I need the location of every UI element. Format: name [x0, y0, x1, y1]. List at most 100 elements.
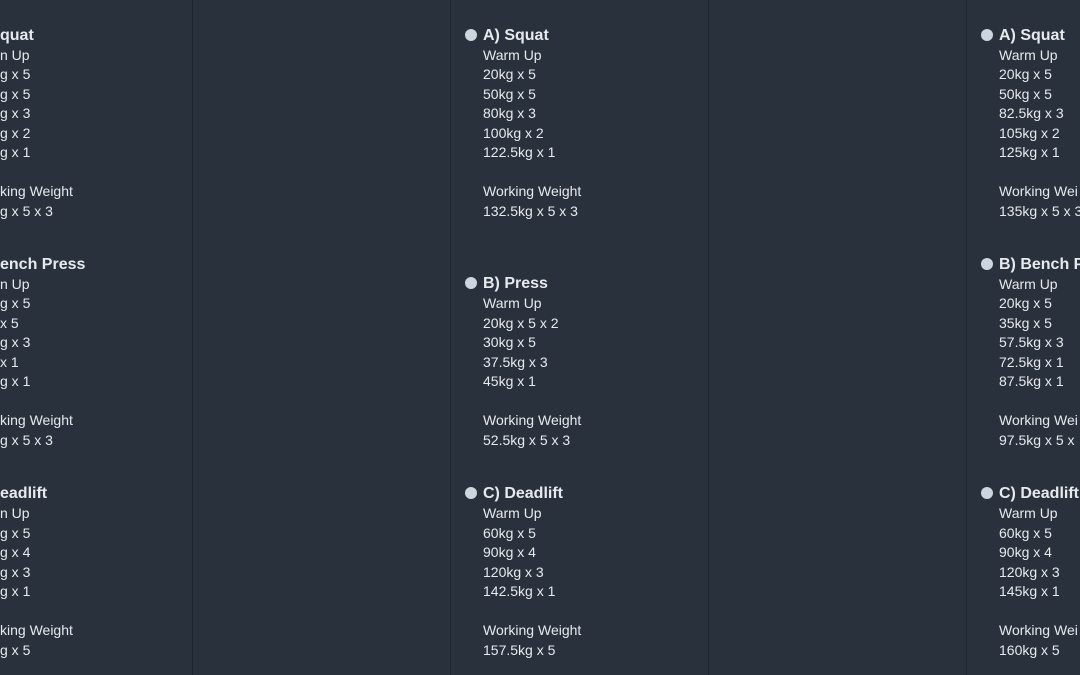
set-line: Working Weight — [483, 412, 582, 428]
set-line: g x 5 — [0, 85, 31, 102]
set-line: 35kg x 5 — [999, 314, 1052, 331]
set-line: 120kg x 3 — [483, 563, 544, 580]
set-line: 72.5kg x 1 — [999, 353, 1064, 370]
set-line: x 1 — [0, 353, 19, 370]
bullet-icon — [465, 277, 477, 289]
set-line: n Up — [0, 46, 30, 63]
set-line: g x 5 x 3 — [0, 431, 53, 448]
set-line: 142.5kg x 1 — [483, 583, 556, 599]
set-line: g x 1 — [0, 144, 31, 160]
column-divider — [966, 0, 967, 675]
exercise-title-text: B) Bench P — [999, 255, 1080, 273]
set-line: g x 5 — [0, 295, 31, 311]
exercise-title: C) Deadlift — [981, 483, 1080, 504]
exercise-block: C) Deadlift Warm Up 60kg x 5 90kg x 4 120kg … — [981, 483, 1080, 660]
exercise-title-text: quat — [0, 26, 34, 44]
set-line: 145kg x 1 — [999, 583, 1060, 599]
set-line: g x 5 x 3 — [0, 202, 53, 219]
exercise-title-text: C) Deadlift — [483, 485, 563, 502]
set-line: 105kg x 2 — [999, 124, 1060, 141]
bullet-icon — [981, 257, 993, 270]
set-line: 157.5kg x 5 — [483, 641, 556, 658]
exercise-title: ench Press — [0, 254, 260, 275]
exercise-title-text: eadlift — [0, 485, 48, 502]
set-line: g x 4 — [0, 544, 31, 560]
exercise-title: A) Squat — [465, 25, 743, 46]
set-line: g x 1 — [0, 583, 31, 599]
set-line: g x 3 — [0, 334, 31, 350]
exercise-block: B) Bench P Warm Up 20kg x 5 35kg x 5 57.5kg … — [981, 254, 1080, 451]
set-line: 100kg x 2 — [483, 124, 544, 141]
set-line: king Weight — [0, 622, 73, 638]
set-line: 97.5kg x 5 x — [999, 431, 1075, 448]
set-line: Working Weight — [483, 183, 582, 199]
set-line: Working Wei — [999, 622, 1078, 638]
exercise-block: C) Deadlift Warm Up 60kg x 5 90kg x 4 120kg … — [465, 483, 743, 660]
set-line: 57.5kg x 3 — [999, 334, 1064, 350]
set-line: 120kg x 3 — [999, 563, 1060, 580]
set-line: 80kg x 3 — [483, 105, 536, 121]
set-line: Working Wei — [999, 183, 1078, 199]
set-line: g x 5 — [0, 524, 31, 541]
set-line: 50kg x 5 — [483, 85, 536, 102]
exercise-block: eadlift n Up g x 5 g x 4 g x 3 g x 1 king Weig… — [0, 483, 260, 660]
exercise-block: quat n Up g x 5 g x 5 g x 3 g x 2 g x 1 king We… — [0, 25, 260, 222]
exercise-title-text: B) Press — [483, 275, 548, 292]
set-line: king Weight — [0, 183, 73, 199]
exercise-title: eadlift — [0, 483, 260, 504]
set-line: Warm Up — [999, 275, 1058, 292]
exercise-block: B) Press Warm Up 20kg x 5 x 2 30kg x 5 37.5k… — [465, 273, 743, 450]
exercise-title-text: A) Squat — [483, 26, 549, 44]
set-line: Warm Up — [999, 505, 1058, 521]
set-line: 37.5kg x 3 — [483, 353, 548, 370]
set-line: 90kg x 4 — [483, 544, 536, 560]
exercise-title: B) Bench P — [981, 254, 1080, 275]
set-line: g x 5 — [0, 641, 31, 658]
exercise-title-text: C) Deadlift — [999, 485, 1079, 502]
bullet-icon — [465, 487, 477, 499]
exercise-title: A) Squat — [981, 25, 1080, 46]
set-line: 30kg x 5 — [483, 334, 536, 350]
set-line: g x 2 — [0, 124, 31, 141]
exercise-title: quat — [0, 25, 260, 46]
set-line: 20kg x 5 x 2 — [483, 314, 559, 331]
set-line: g x 3 — [0, 563, 31, 580]
exercise-title-text: ench Press — [0, 255, 86, 273]
set-line: 45kg x 1 — [483, 373, 536, 389]
exercise-block: ench Press n Up g x 5 x 5 g x 3 x 1 g x 1 king … — [0, 254, 260, 451]
exercise-block: A) Squat Warm Up 20kg x 5 50kg x 5 82.5kg x … — [981, 25, 1080, 222]
set-line: g x 5 — [0, 66, 31, 82]
set-line: 52.5kg x 5 x 3 — [483, 431, 571, 448]
set-line: Warm Up — [483, 505, 542, 521]
set-line: Working Weight — [483, 622, 582, 638]
column-divider — [450, 0, 451, 675]
bullet-icon — [981, 28, 993, 41]
set-line: Warm Up — [483, 46, 542, 63]
set-line: 125kg x 1 — [999, 144, 1060, 160]
set-line: x 5 — [0, 314, 19, 331]
set-line: 132.5kg x 5 x 3 — [483, 202, 578, 219]
exercise-title: C) Deadlift — [465, 483, 743, 504]
set-line: g x 3 — [0, 105, 31, 121]
bullet-icon — [981, 487, 993, 499]
set-line: n Up — [0, 275, 30, 292]
set-line: 60kg x 5 — [999, 524, 1052, 541]
set-line: 20kg x 5 — [483, 66, 536, 82]
set-line: Working Wei — [999, 412, 1078, 428]
set-line: 20kg x 5 — [999, 295, 1052, 311]
set-line: 135kg x 5 x 3 — [999, 202, 1080, 219]
set-line: Warm Up — [999, 46, 1058, 63]
set-line: 90kg x 4 — [999, 544, 1052, 560]
set-line: 122.5kg x 1 — [483, 144, 556, 160]
set-line: 50kg x 5 — [999, 85, 1052, 102]
set-line: 20kg x 5 — [999, 66, 1052, 82]
bullet-icon — [465, 28, 477, 41]
